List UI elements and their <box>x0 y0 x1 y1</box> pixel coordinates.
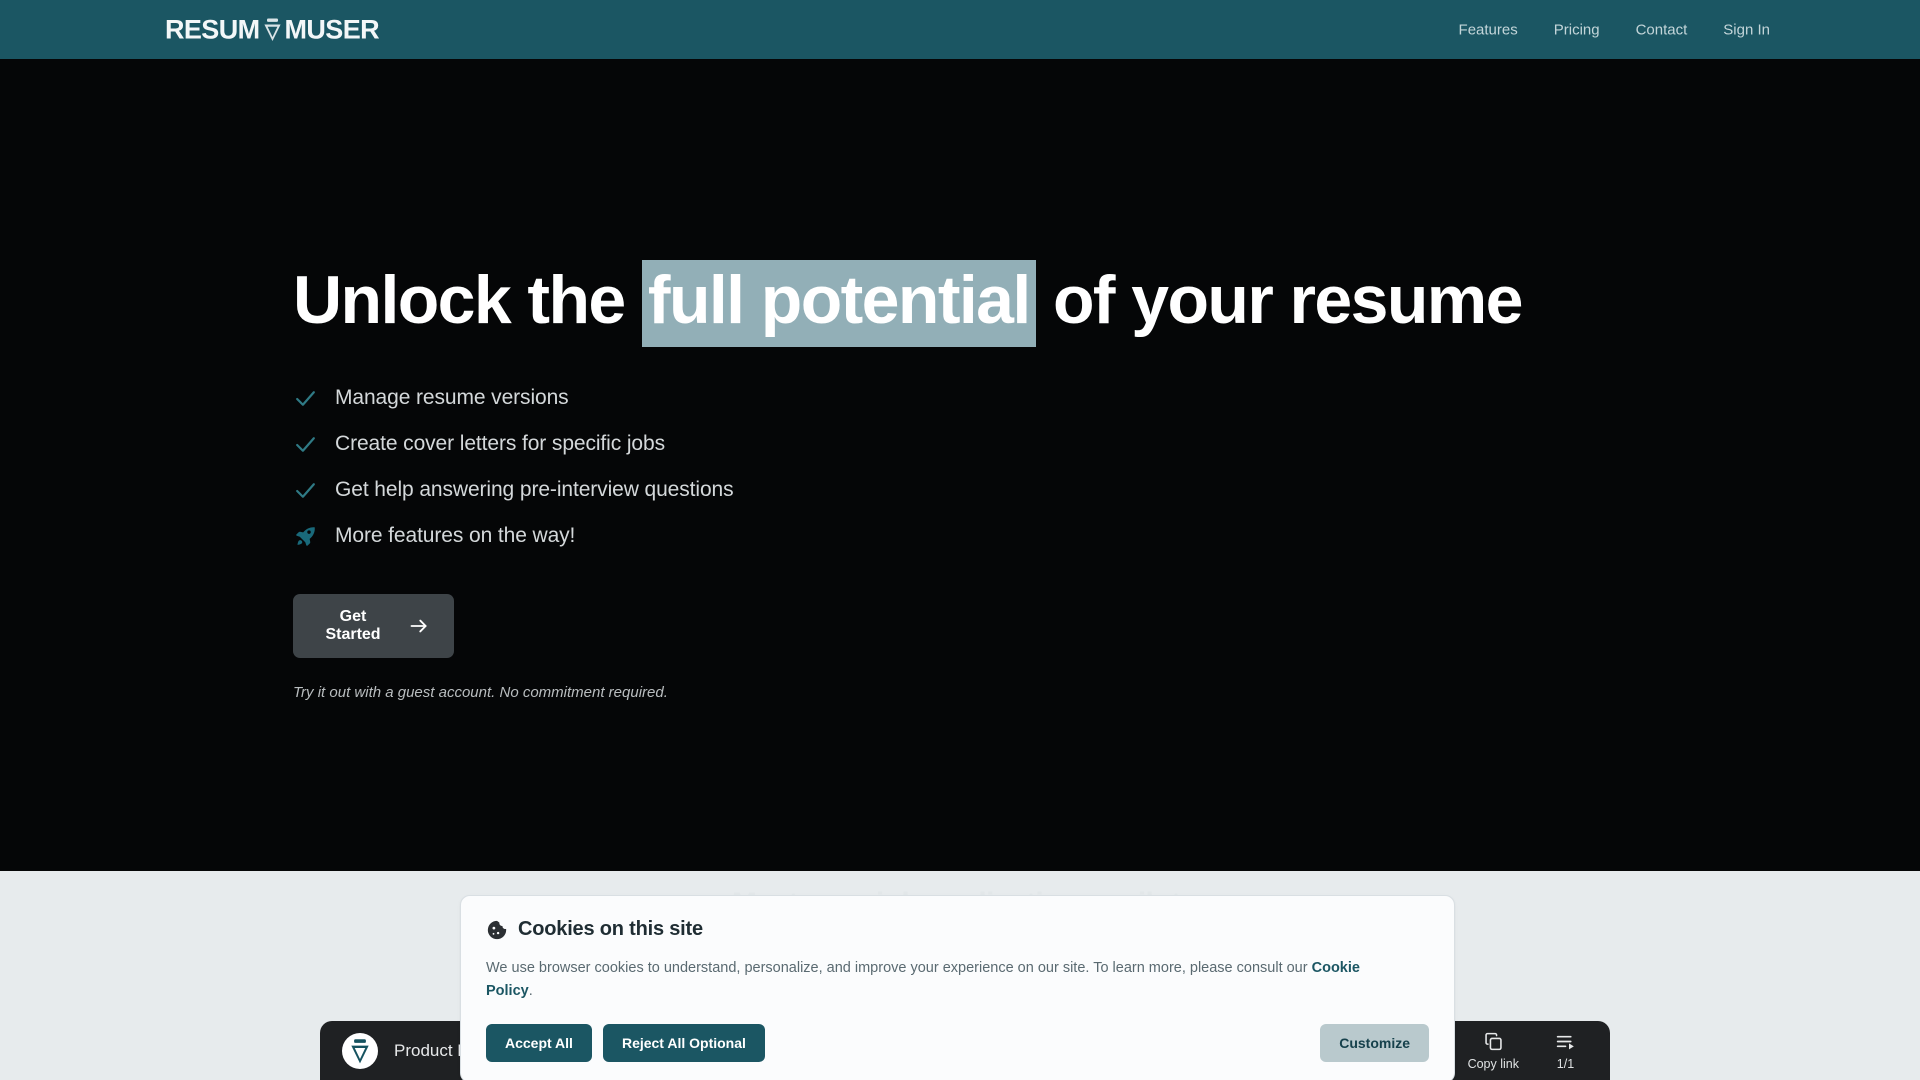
headline-part-before: Unlock the <box>293 262 642 338</box>
copy-link-label: Copy link <box>1467 1056 1519 1071</box>
nav-item-sign-in[interactable]: Sign In <box>1723 21 1770 38</box>
get-started-button[interactable]: Get Started <box>293 594 454 659</box>
cookie-icon <box>486 919 508 941</box>
page-root: RESUM MUSER Features Pricing Contact Sig… <box>0 0 1920 1080</box>
nav-item-contact[interactable]: Contact <box>1636 21 1688 38</box>
headline-part-after: of your resume <box>1035 262 1523 338</box>
list-item: More features on the way! <box>293 523 1693 549</box>
list-item-label: Manage resume versions <box>335 386 569 410</box>
cookie-banner-body: We use browser cookies to understand, pe… <box>486 957 1386 1004</box>
get-started-label: Get Started <box>325 608 381 644</box>
cookie-body-period: . <box>528 983 533 1000</box>
playlist-button[interactable]: 1/1 <box>1555 1031 1576 1071</box>
main-nav: Features Pricing Contact Sign In <box>1459 21 1770 38</box>
copy-link-icon <box>1483 1031 1504 1052</box>
cookie-banner: Cookies on this site We use browser cook… <box>460 895 1455 1080</box>
list-item-label: More features on the way! <box>335 524 576 548</box>
feature-list: Manage resume versions Create cover lett… <box>293 385 1693 549</box>
copy-link-button[interactable]: Copy link <box>1468 1031 1519 1071</box>
playlist-counter-label: 1/1 <box>1556 1056 1575 1071</box>
logo-text-prefix: RESUM <box>165 14 260 44</box>
hero-content: Unlock the full potential of your resume… <box>293 260 1693 702</box>
cookie-body-text: We use browser cookies to understand, pe… <box>486 960 1312 976</box>
guest-account-note: Try it out with a guest account. No comm… <box>293 684 668 702</box>
site-header: RESUM MUSER Features Pricing Contact Sig… <box>0 0 1920 59</box>
customize-button[interactable]: Customize <box>1320 1023 1429 1062</box>
cookie-banner-title: Cookies on this site <box>518 918 703 940</box>
logo-text-suffix: MUSER <box>284 14 380 44</box>
arrow-right-icon <box>409 616 429 636</box>
list-item-label: Get help answering pre-interview questio… <box>335 478 734 502</box>
cookie-banner-header: Cookies on this site <box>486 918 1429 941</box>
list-item: Manage resume versions <box>293 385 1693 411</box>
video-bar-controls: Copy link 1/1 <box>1468 1031 1610 1071</box>
headline-highlight: full potential <box>641 260 1036 347</box>
accept-all-button[interactable]: Accept All <box>486 1023 592 1062</box>
nav-item-pricing[interactable]: Pricing <box>1554 21 1600 38</box>
cookie-banner-actions: Accept All Reject All Optional Customize <box>486 1023 1429 1062</box>
site-logo[interactable]: RESUM MUSER <box>165 14 380 45</box>
check-icon <box>293 386 318 411</box>
rocket-icon <box>293 524 318 549</box>
list-item-label: Create cover letters for specific jobs <box>335 432 665 456</box>
list-item: Get help answering pre-interview questio… <box>293 477 1693 503</box>
hero-section: Unlock the full potential of your resume… <box>0 59 1920 871</box>
resume-badge-icon <box>261 16 284 44</box>
page-title: Unlock the full potential of your resume <box>293 260 1693 347</box>
list-item: Create cover letters for specific jobs <box>293 431 1693 457</box>
playlist-icon <box>1555 1031 1576 1052</box>
check-icon <box>293 478 318 503</box>
resume-badge-avatar-icon <box>342 1032 378 1069</box>
reject-all-optional-button[interactable]: Reject All Optional <box>602 1023 765 1062</box>
check-icon <box>293 432 318 457</box>
nav-item-features[interactable]: Features <box>1459 21 1518 38</box>
